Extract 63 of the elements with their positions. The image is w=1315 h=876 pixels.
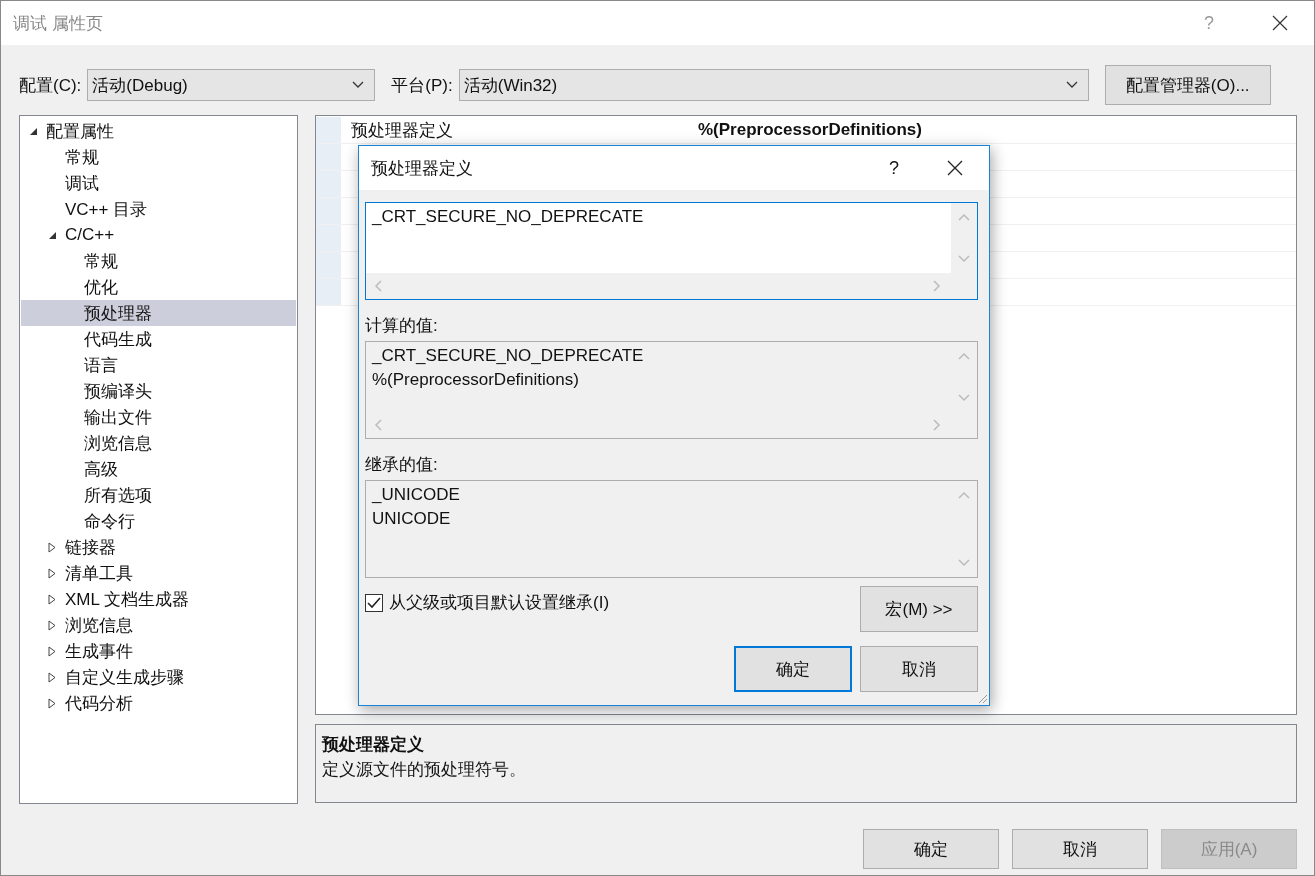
- platform-label: 平台(P):: [391, 74, 453, 97]
- tree-item[interactable]: 调试: [21, 170, 296, 196]
- tree-item[interactable]: 输出文件: [21, 404, 296, 430]
- tree-item[interactable]: 自定义生成步骤: [21, 664, 296, 690]
- property-name[interactable]: 预处理器定义: [341, 118, 688, 142]
- chevron-down-icon: [352, 81, 365, 89]
- tree-item[interactable]: C/C++: [21, 222, 296, 248]
- tree-item[interactable]: 语言: [21, 352, 296, 378]
- dialog-button[interactable]: 取消: [860, 646, 978, 692]
- tree-item[interactable]: XML 文档生成器: [21, 586, 296, 612]
- expanded-triangle-icon[interactable]: [48, 230, 57, 240]
- close-icon[interactable]: [1272, 15, 1288, 31]
- collapsed-triangle-icon[interactable]: [48, 593, 56, 605]
- collapsed-triangle-icon[interactable]: [48, 619, 56, 631]
- configuration-dropdown[interactable]: 活动(Debug): [87, 69, 376, 101]
- tree-item[interactable]: 预编译头: [21, 378, 296, 404]
- collapsed-triangle-icon[interactable]: [48, 645, 56, 657]
- window-title: 调试 属性页: [13, 12, 104, 35]
- tree-item[interactable]: 生成事件: [21, 638, 296, 664]
- tree-item[interactable]: 命令行: [21, 508, 296, 534]
- tree-item[interactable]: 代码分析: [21, 690, 296, 716]
- text-line: UNICODE: [372, 508, 452, 530]
- collapsed-triangle-icon[interactable]: [48, 567, 56, 579]
- tree-item[interactable]: 链接器: [21, 534, 296, 560]
- collapsed-triangle-icon[interactable]: [48, 671, 56, 683]
- tree-item[interactable]: 浏览信息: [21, 612, 296, 638]
- tree-item[interactable]: 清单工具: [21, 560, 296, 586]
- description-text: 定义源文件的预处理符号。: [322, 758, 527, 781]
- expanded-triangle-icon[interactable]: [29, 126, 38, 136]
- collapsed-triangle-icon[interactable]: [48, 541, 56, 553]
- text-line: %(PreprocessorDefinitions): [372, 369, 580, 391]
- dialog-button[interactable]: 确定: [734, 646, 852, 692]
- chevron-down-icon: [1065, 81, 1078, 89]
- collapsed-triangle-icon[interactable]: [48, 697, 56, 709]
- field-label: 继承的值:: [365, 454, 439, 476]
- property-value[interactable]: %(PreprocessorDefinitions): [688, 120, 922, 140]
- tree-item[interactable]: 常规: [21, 144, 296, 170]
- tree-item[interactable]: 所有选项: [21, 482, 296, 508]
- dialog-title: 预处理器定义: [371, 157, 474, 180]
- close-icon[interactable]: [947, 160, 963, 176]
- checkmark-icon: [367, 596, 381, 609]
- field-label: 计算的值:: [365, 315, 439, 337]
- configuration-label: 配置(C):: [19, 74, 82, 97]
- tree-item[interactable]: VC++ 目录: [21, 196, 296, 222]
- text-line: _CRT_SECURE_NO_DEPRECATE: [372, 345, 645, 367]
- tree-item[interactable]: 高级: [21, 456, 296, 482]
- inherit-checkbox[interactable]: 从父级或项目默认设置继承(I): [365, 591, 610, 614]
- tree-item[interactable]: 常规: [21, 248, 296, 274]
- text-line: _CRT_SECURE_NO_DEPRECATE: [372, 206, 645, 228]
- tree-item[interactable]: 优化: [21, 274, 296, 300]
- configuration-manager-button[interactable]: 配置管理器(O)...: [1104, 65, 1271, 105]
- help-button[interactable]: ?: [889, 157, 899, 179]
- tree-item[interactable]: 配置属性: [21, 118, 296, 144]
- tree-item[interactable]: 代码生成: [21, 326, 296, 352]
- macros-button[interactable]: 宏(M) >>: [860, 586, 978, 632]
- tree-item[interactable]: 预处理器: [21, 300, 296, 326]
- resize-grip-icon[interactable]: [976, 692, 988, 704]
- dialog-button[interactable]: 取消: [1012, 829, 1148, 869]
- platform-dropdown[interactable]: 活动(Win32): [458, 69, 1089, 101]
- dialog-button[interactable]: 确定: [863, 829, 999, 869]
- description-title: 预处理器定义: [322, 733, 425, 756]
- tree-item[interactable]: 浏览信息: [21, 430, 296, 456]
- text-line: _UNICODE: [372, 484, 461, 506]
